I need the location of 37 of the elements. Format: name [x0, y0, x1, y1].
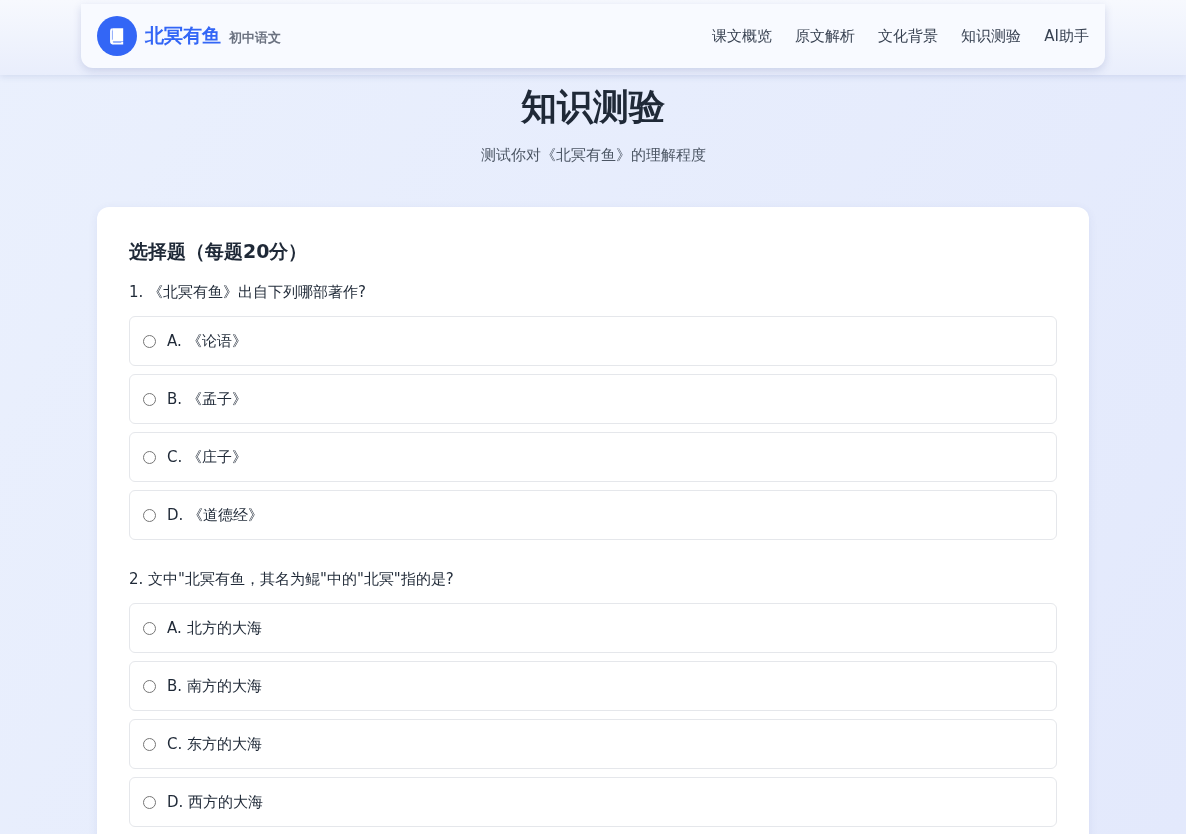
answer-option[interactable]: B. 《孟子》	[129, 374, 1057, 425]
radio-button[interactable]	[143, 450, 156, 464]
option-label: A. 北方的大海	[167, 618, 262, 638]
option-label: A. 《论语》	[167, 331, 247, 351]
nav-link[interactable]: 知识测验	[961, 26, 1022, 46]
nav-link[interactable]: 文化背景	[878, 26, 939, 46]
option-label: D. 《道德经》	[167, 505, 264, 525]
answer-option[interactable]: B. 南方的大海	[129, 661, 1057, 712]
option-label: D. 西方的大海	[167, 792, 264, 812]
radio-button[interactable]	[143, 334, 156, 348]
answer-option[interactable]: A. 北方的大海	[129, 603, 1057, 654]
book-logo-icon	[97, 16, 137, 56]
answer-option[interactable]: D. 《道德经》	[129, 490, 1057, 541]
option-label: B. 《孟子》	[167, 389, 247, 409]
option-label: B. 南方的大海	[167, 676, 262, 696]
answer-option[interactable]: C. 东方的大海	[129, 719, 1057, 770]
answer-option[interactable]: A. 《论语》	[129, 316, 1057, 367]
radio-button[interactable]	[143, 795, 156, 809]
page-subtitle: 测试你对《北冥有鱼》的理解程度	[479, 146, 707, 166]
option-label: C. 东方的大海	[167, 734, 262, 754]
option-label: C. 《庄子》	[167, 447, 247, 467]
nav-link[interactable]: AI助手	[1044, 26, 1089, 46]
radio-button[interactable]	[143, 679, 156, 693]
nav-link[interactable]: 课文概览	[712, 26, 773, 46]
radio-button[interactable]	[143, 621, 156, 635]
question-text: 2. 文中"北冥有鱼，其名为鲲"中的"北冥"指的是?	[129, 570, 455, 590]
nav-link[interactable]: 原文解析	[795, 26, 856, 46]
question-text: 1. 《北冥有鱼》出自下列哪部著作?	[129, 283, 368, 303]
section-title: 选择题（每题20分）	[129, 239, 309, 265]
answer-option[interactable]: C. 《庄子》	[129, 432, 1057, 483]
brand-subtitle: 初中语文	[229, 29, 281, 47]
page-title: 知识测验	[520, 85, 666, 129]
radio-button[interactable]	[143, 392, 156, 406]
radio-button[interactable]	[143, 508, 156, 522]
radio-button[interactable]	[143, 737, 156, 751]
brand-title: 北冥有鱼	[145, 23, 221, 48]
answer-option[interactable]: D. 西方的大海	[129, 777, 1057, 828]
